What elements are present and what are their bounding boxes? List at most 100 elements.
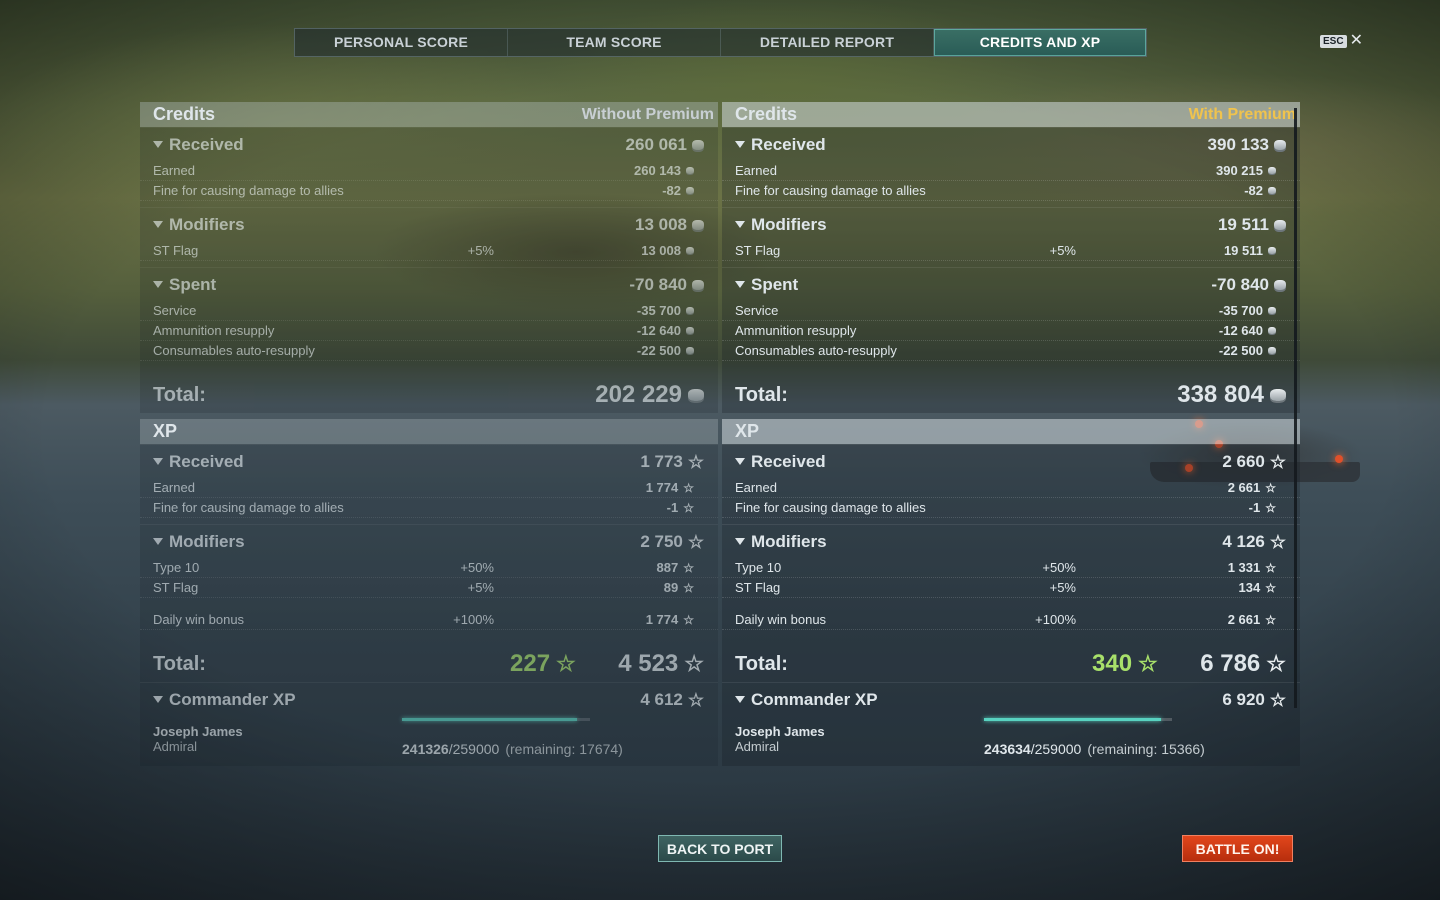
xp-star-icon: ☆	[683, 480, 694, 495]
xp-earned-label: Earned	[735, 480, 777, 495]
xp-st-flag-percent: +5%	[1049, 580, 1076, 595]
spent-group-header[interactable]: Spent -70 840	[140, 267, 718, 301]
commander-xp-value: 6 920	[1222, 689, 1265, 709]
xp-earned-row: Earned 1 774 ☆	[140, 478, 718, 498]
triangle-down-icon	[153, 141, 163, 148]
without-premium-panel: Credits Without Premium Received 260 061…	[140, 102, 718, 766]
service-row: Service -35 700	[722, 301, 1300, 321]
commander-info: Joseph James Admiral 241326/259000 (remai…	[140, 716, 718, 766]
earned-row: Earned 390 215	[722, 161, 1300, 181]
triangle-down-icon	[735, 458, 745, 465]
credits-total-label: Total:	[735, 383, 788, 406]
with-premium-panel: Credits With Premium Received 390 133 Ea…	[722, 102, 1300, 766]
credit-coin-icon	[1270, 389, 1286, 401]
tab-team-score[interactable]: TEAM SCORE	[508, 29, 721, 56]
tab-detailed-report[interactable]: DETAILED REPORT	[721, 29, 934, 56]
received-group-header[interactable]: Received 260 061	[140, 127, 718, 161]
xp-header: XP	[722, 419, 1300, 444]
commander-xp-group-header[interactable]: Commander XP 4 612 ☆	[140, 682, 718, 716]
credit-coin-icon	[688, 389, 704, 401]
xp-star-icon: ☆	[1269, 689, 1286, 710]
commander-xp-max: /259000	[1030, 741, 1082, 757]
earned-value: 390 215	[1216, 163, 1263, 178]
spent-label: Spent	[751, 274, 799, 294]
service-label: Service	[153, 303, 197, 318]
received-value: 260 061	[625, 134, 687, 154]
spent-group-header[interactable]: Spent -70 840	[722, 267, 1300, 301]
xp-st-flag-row: ST Flag +5% 89 ☆	[140, 578, 718, 598]
xp-received-group-header[interactable]: Received 2 660 ☆	[722, 444, 1300, 478]
received-label: Received	[169, 134, 244, 154]
triangle-down-icon	[153, 281, 163, 288]
esc-close-button[interactable]: ESC ✕	[1320, 33, 1363, 49]
xp-received-value: 1 773	[640, 451, 683, 471]
back-to-port-button[interactable]: BACK TO PORT	[658, 835, 782, 862]
xp-header: XP	[140, 419, 718, 444]
xp-star-icon: ☆	[1265, 580, 1276, 595]
credit-coin-icon	[686, 187, 694, 194]
xp-modifiers-value: 2 750	[640, 531, 683, 551]
earned-value: 260 143	[634, 163, 681, 178]
xp-star-icon: ☆	[683, 560, 694, 575]
xp-modifiers-group-header[interactable]: Modifiers 4 126 ☆	[722, 524, 1300, 558]
xp-total-value: 6 786	[1200, 650, 1261, 677]
credits-total-label: Total:	[153, 383, 206, 406]
commander-xp-group-header[interactable]: Commander XP 6 920 ☆	[722, 682, 1300, 716]
type-10-value: 1 331	[1227, 560, 1261, 575]
xp-total-value: 4 523	[618, 650, 679, 677]
xp-star-icon: ☆	[687, 451, 704, 472]
daily-win-bonus-value: 2 661	[1227, 612, 1261, 627]
triangle-down-icon	[153, 696, 163, 703]
credits-total-row: Total: 202 229	[140, 377, 718, 413]
type-10-row: Type 10 +50% 887 ☆	[140, 558, 718, 578]
triangle-down-icon	[735, 281, 745, 288]
received-group-header[interactable]: Received 390 133	[722, 127, 1300, 161]
service-value: -35 700	[636, 303, 681, 318]
daily-win-bonus-percent: +100%	[453, 612, 494, 627]
xp-received-label: Received	[169, 451, 244, 471]
battle-on-button[interactable]: BATTLE ON!	[1182, 835, 1293, 862]
credit-coin-icon	[692, 219, 704, 230]
earned-row: Earned 260 143	[140, 161, 718, 181]
triangle-down-icon	[735, 696, 745, 703]
credit-coin-icon	[1268, 347, 1276, 354]
daily-win-bonus-row: Daily win bonus +100% 1 774 ☆	[140, 610, 718, 630]
triangle-down-icon	[153, 458, 163, 465]
xp-star-icon: ☆	[1138, 651, 1158, 676]
modifiers-value: 19 511	[1217, 214, 1269, 234]
scrollbar[interactable]	[1294, 108, 1297, 708]
fine-value: -82	[662, 183, 681, 198]
credits-total-value: 338 804	[1177, 381, 1264, 408]
credit-coin-icon	[1274, 279, 1286, 290]
type-10-label: Type 10	[153, 560, 200, 575]
xp-modifiers-group-header[interactable]: Modifiers 2 750 ☆	[140, 524, 718, 558]
credit-coin-icon	[1274, 139, 1286, 150]
xp-star-icon: ☆	[1269, 451, 1286, 472]
modifiers-value: 13 008	[635, 214, 687, 234]
modifiers-group-header[interactable]: Modifiers 19 511	[722, 207, 1300, 241]
premium-label: With Premium	[1188, 105, 1296, 123]
type-10-percent: +50%	[1042, 560, 1076, 575]
triangle-down-icon	[153, 538, 163, 545]
xp-received-label: Received	[751, 451, 826, 471]
xp-received-group-header[interactable]: Received 1 773 ☆	[140, 444, 718, 478]
daily-win-bonus-label: Daily win bonus	[153, 612, 245, 627]
tab-credits-and-xp[interactable]: CREDITS AND XP	[934, 29, 1146, 56]
type-10-value: 887	[656, 560, 679, 575]
st-flag-percent: +5%	[1049, 243, 1076, 258]
daily-win-bonus-value: 1 774	[645, 612, 679, 627]
service-label: Service	[735, 303, 779, 318]
spent-value: -70 840	[629, 274, 687, 294]
commander-info: Joseph James Admiral 243634/259000 (remai…	[722, 716, 1300, 766]
xp-fine-row: Fine for causing damage to allies -1 ☆	[722, 498, 1300, 518]
st-flag-label: ST Flag	[153, 243, 199, 258]
credit-coin-icon	[686, 327, 694, 334]
fine-row: Fine for causing damage to allies -82	[722, 181, 1300, 201]
credit-coin-icon	[686, 247, 694, 254]
spent-value: -70 840	[1211, 274, 1269, 294]
xp-earned-row: Earned 2 661 ☆	[722, 478, 1300, 498]
modifiers-group-header[interactable]: Modifiers 13 008	[140, 207, 718, 241]
tab-personal-score[interactable]: PERSONAL SCORE	[295, 29, 508, 56]
commander-xp-text: 243634/259000 (remaining: 15366)	[984, 741, 1205, 757]
consumables-row: Consumables auto-resupply -22 500	[722, 341, 1300, 361]
